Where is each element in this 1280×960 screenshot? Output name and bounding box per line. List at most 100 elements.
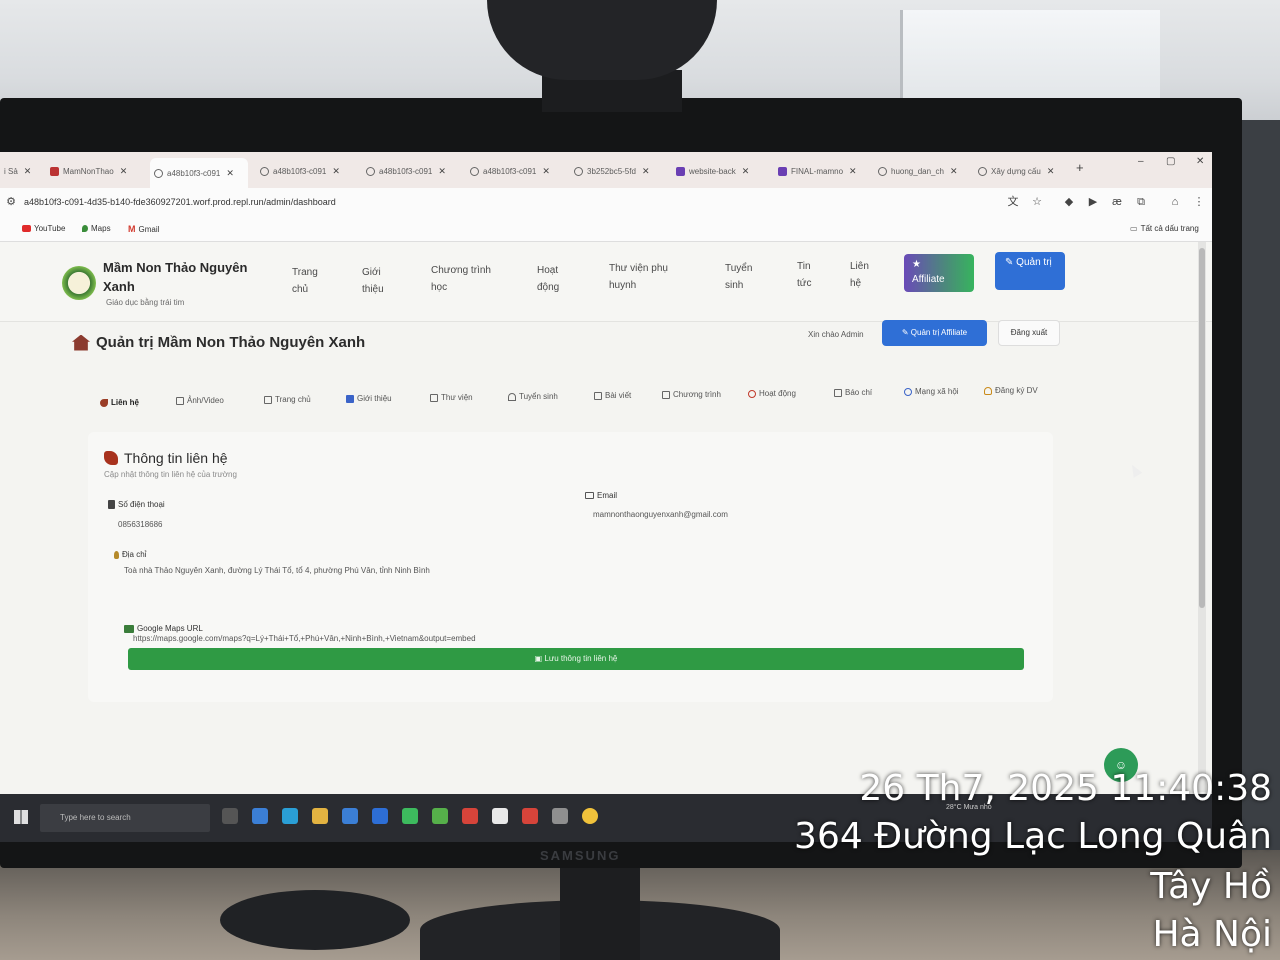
close-icon[interactable]: ✕ (1047, 166, 1055, 177)
map-icon (124, 624, 134, 633)
minimize-icon[interactable]: – (1138, 156, 1144, 167)
maximize-icon[interactable]: ▢ (1166, 156, 1175, 167)
app-icon[interactable] (462, 808, 478, 824)
window-close-icon[interactable]: ✕ (1196, 156, 1204, 167)
new-tab-icon[interactable]: + (1076, 160, 1084, 175)
close-icon[interactable]: ✕ (849, 166, 857, 177)
photo-datetime: 26 Th7, 2025 11:40:38 (859, 768, 1272, 809)
store-icon[interactable] (342, 808, 358, 824)
media-icon[interactable]: ▶ (1086, 195, 1100, 209)
url-input[interactable]: a48b10f3-c091-4d35-b140-fde360927201.wor… (24, 197, 336, 207)
tab-active[interactable]: a48b10f3-c091 ✕ (150, 158, 248, 188)
nav-about[interactable]: Giới thiệu (362, 264, 402, 298)
pin-icon (114, 550, 119, 559)
tab-press[interactable]: Báo chí (834, 388, 872, 397)
tab-partial[interactable]: i Sả ✕ (0, 160, 38, 182)
close-icon[interactable]: ✕ (642, 166, 650, 177)
app-icon[interactable] (402, 808, 418, 824)
home-icon[interactable]: ⌂ (1168, 195, 1182, 209)
all-bookmarks[interactable]: ▭ Tất cả dấu trang (1130, 224, 1199, 233)
school-icon (72, 334, 90, 351)
manage-affiliate-button[interactable]: ✎ Quản trị Affiliate (882, 320, 987, 346)
star-icon[interactable]: ☆ (1030, 195, 1044, 209)
save-contact-button[interactable]: ▣ Lưu thông tin liên hệ (128, 648, 1024, 670)
tab-activities[interactable]: Hoạt động (748, 389, 796, 398)
scrollbar-thumb[interactable] (1199, 248, 1205, 608)
app-icon[interactable] (432, 808, 448, 824)
address-field[interactable]: Toà nhà Thảo Nguyên Xanh, đường Lý Thái … (124, 566, 824, 575)
tab[interactable]: website-back ✕ (672, 160, 768, 182)
close-icon[interactable]: ✕ (742, 166, 750, 177)
app-icon[interactable] (522, 808, 538, 824)
close-icon[interactable]: ✕ (542, 166, 550, 177)
tab-homepage[interactable]: Trang chủ (264, 395, 311, 404)
taskbar-search[interactable]: Type here to search (40, 804, 210, 832)
nav-admissions[interactable]: Tuyển sinh (725, 260, 765, 294)
close-icon[interactable]: ✕ (120, 166, 128, 177)
folder-icon[interactable] (312, 808, 328, 824)
tab[interactable]: FINAL-mamno ✕ (774, 160, 868, 182)
admin-greeting: Xin chào Admin (808, 330, 864, 339)
chrome-icon[interactable] (582, 808, 598, 824)
edge-icon[interactable] (282, 808, 298, 824)
task-view-icon[interactable] (222, 808, 238, 824)
app-icon[interactable] (552, 808, 568, 824)
close-icon[interactable]: ✕ (950, 166, 958, 177)
bookmark-gmail[interactable]: M Gmail (128, 224, 159, 234)
nav-contact[interactable]: Liên hệ (850, 258, 880, 292)
star-icon: ★ (912, 259, 921, 270)
nav-news[interactable]: Tin tức (797, 258, 825, 292)
tab-social[interactable]: Mạng xã hội (904, 387, 959, 396)
close-icon[interactable]: ✕ (332, 166, 340, 177)
maps-url-field[interactable]: https://maps.google.com/maps?q=Lý+Thái+T… (133, 634, 833, 643)
tab-about[interactable]: Giới thiệu (346, 394, 392, 403)
tab[interactable]: a48b10f3-c091 ✕ (256, 160, 354, 182)
email-label: Email (585, 491, 617, 500)
admin-button[interactable]: ✎ Quản trị (995, 252, 1065, 290)
tab-contact[interactable]: Liên hệ (100, 398, 139, 407)
affiliate-button[interactable]: ★ Affiliate (904, 254, 974, 292)
puzzle-icon[interactable]: ⧉ (1134, 195, 1148, 209)
nav-home[interactable]: Trang chủ (292, 264, 332, 298)
close-icon[interactable]: ✕ (226, 168, 234, 179)
tab-posts[interactable]: Bài viết (594, 391, 631, 400)
photo-address-line2: Tây Hồ (1150, 866, 1272, 907)
tab[interactable]: Xây dựng cấu ✕ (974, 160, 1068, 182)
app-icon[interactable] (252, 808, 268, 824)
school-logo[interactable] (62, 266, 96, 300)
menu-icon[interactable]: ⋮ (1192, 195, 1206, 209)
tab-media[interactable]: Ảnh/Video (176, 396, 224, 405)
bookmark-youtube[interactable]: YouTube (22, 224, 65, 233)
admin-tabs: Liên hệ Ảnh/Video Trang chủ Giới thiệu T… (72, 376, 1072, 416)
tab-service-registration[interactable]: Đăng ký DV (984, 386, 1038, 395)
extension-icon[interactable]: æ (1110, 195, 1124, 209)
nav-parent-library[interactable]: Thư viện phụ huynh (609, 260, 689, 294)
tab[interactable]: a48b10f3-c091 ✕ (362, 160, 460, 182)
extension-icon[interactable]: ◆ (1062, 195, 1076, 209)
bookmark-maps[interactable]: Maps (82, 224, 111, 233)
site-info-icon[interactable]: ⚙ (4, 195, 18, 209)
speaker (220, 890, 410, 950)
translate-icon[interactable]: 文 (1006, 195, 1020, 209)
tab-programs[interactable]: Chương trình (662, 390, 721, 399)
windows-start-icon[interactable] (14, 810, 28, 824)
logout-button[interactable]: Đăng xuất (998, 320, 1060, 346)
tab[interactable]: MamNonThao ✕ (46, 160, 142, 182)
tab-library[interactable]: Thư viện (430, 393, 473, 402)
tab[interactable]: 3b252bc5-5fd ✕ (570, 160, 666, 182)
email-field[interactable]: mamnonthaonguyenxanh@gmail.com (593, 510, 893, 519)
target-icon (748, 389, 756, 398)
address-label: Địa chỉ (114, 550, 146, 559)
phone-field[interactable]: 0856318686 (118, 520, 378, 529)
tab-admissions[interactable]: Tuyển sinh (508, 392, 558, 401)
app-icon[interactable] (492, 808, 508, 824)
nav-curriculum[interactable]: Chương trình học (431, 262, 501, 296)
globe-icon (154, 168, 163, 178)
tab[interactable]: a48b10f3-c091 ✕ (466, 160, 564, 182)
site-name[interactable]: Mầm Non Thảo Nguyên Xanh (103, 258, 273, 296)
close-icon[interactable]: ✕ (438, 166, 446, 177)
mail-icon[interactable] (372, 808, 388, 824)
nav-activities[interactable]: Hoạt động (537, 262, 577, 296)
close-icon[interactable]: ✕ (24, 166, 32, 177)
tab[interactable]: huong_dan_ch ✕ (874, 160, 970, 182)
